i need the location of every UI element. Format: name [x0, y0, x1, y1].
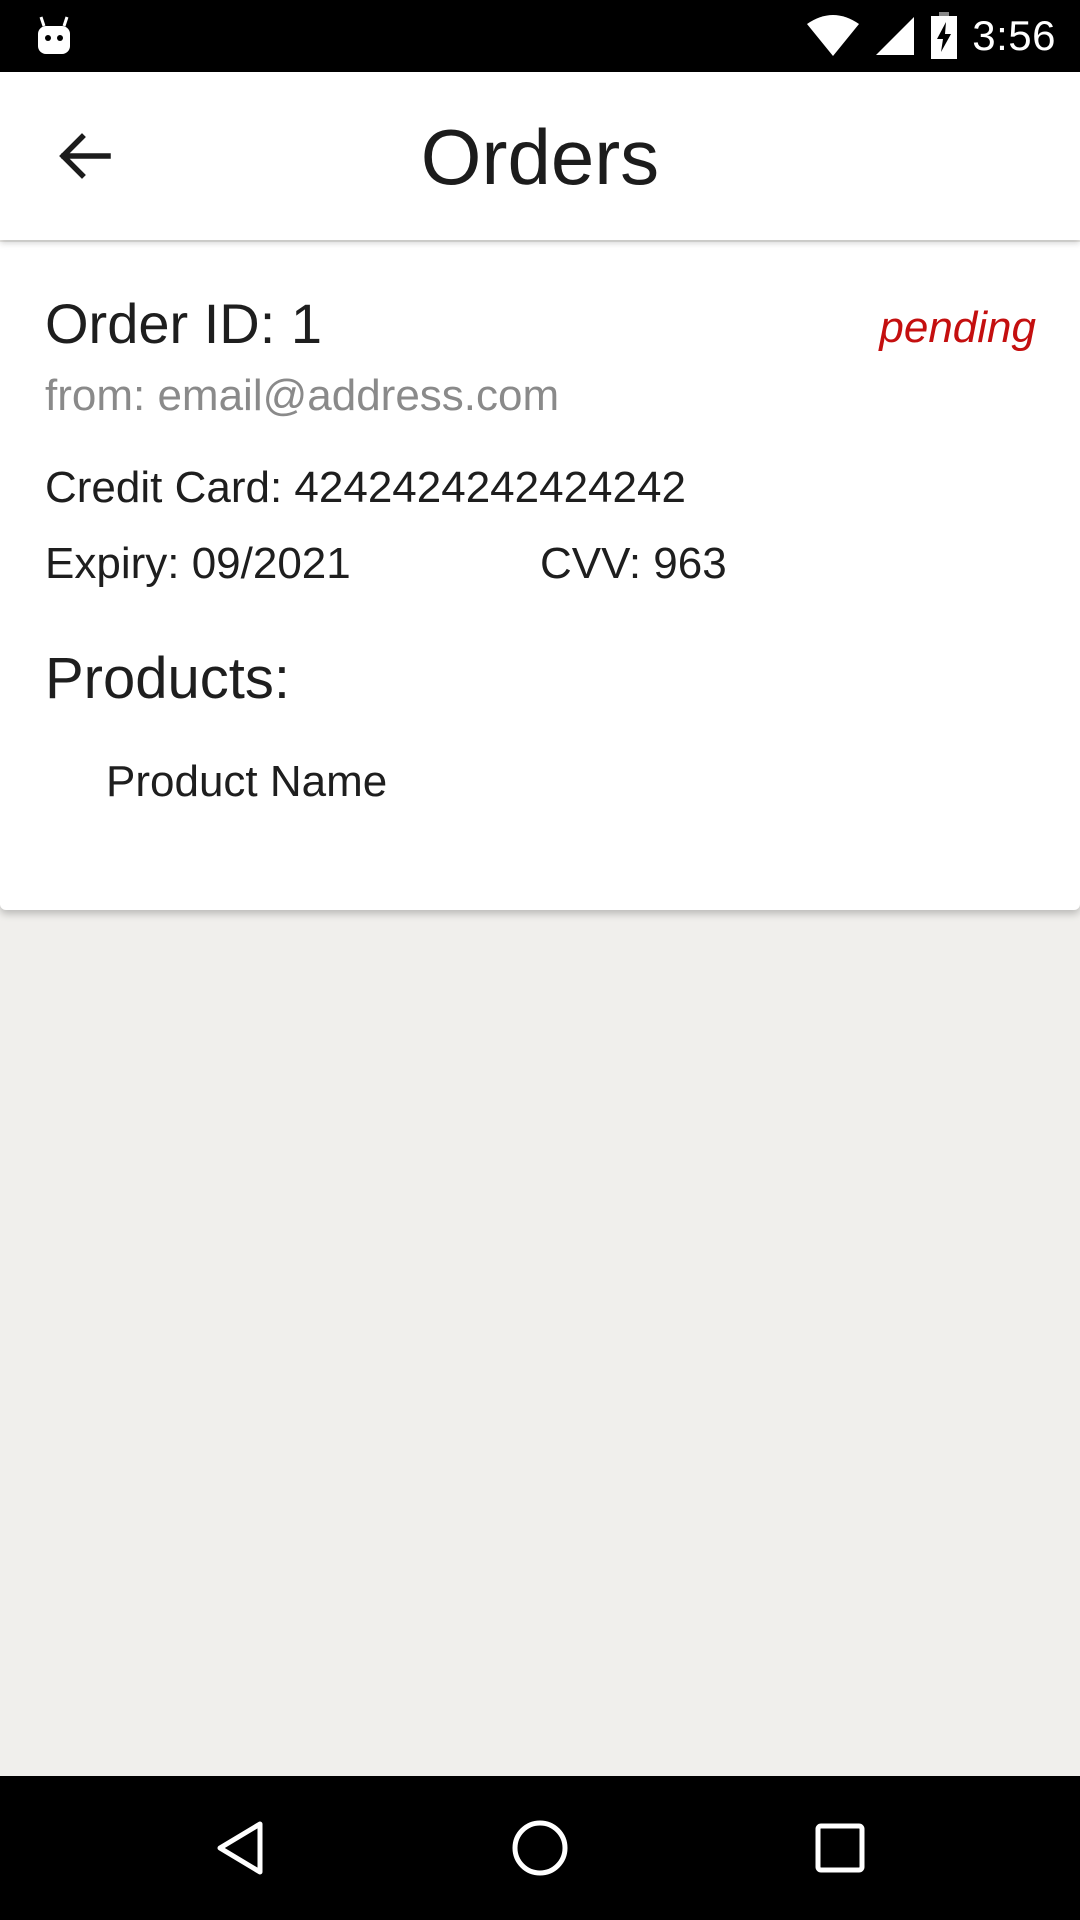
- cell-signal-icon: [876, 17, 915, 55]
- credit-card-number: Credit Card: 4242424242424242: [45, 463, 686, 512]
- nav-recents-icon: [815, 1823, 865, 1873]
- status-bar: 3:56: [0, 0, 1080, 72]
- order-status-badge: pending: [879, 303, 1036, 352]
- wifi-icon: [807, 15, 860, 56]
- battery-charging-icon: [931, 12, 958, 59]
- nav-recents-button[interactable]: [804, 1812, 876, 1884]
- system-nav-bar: [0, 1776, 1080, 1920]
- app-bar: Orders: [0, 72, 1080, 240]
- nav-home-button[interactable]: [504, 1812, 576, 1884]
- nav-home-icon: [512, 1820, 568, 1876]
- status-time: 3:56: [972, 12, 1056, 59]
- android-debug-icon: [38, 16, 70, 54]
- status-icons: 3:56: [806, 0, 1056, 72]
- nav-back-button[interactable]: [204, 1812, 276, 1884]
- order-from-email: from: email@address.com: [45, 371, 560, 420]
- page-title: Orders: [420, 113, 660, 201]
- product-item: Product Name: [106, 757, 388, 806]
- order-card[interactable]: Order ID: 1 pending from: email@address.…: [0, 242, 1080, 910]
- nav-back-icon: [217, 1821, 263, 1875]
- card-cvv: CVV: 963: [540, 539, 727, 588]
- order-id: Order ID: 1: [45, 292, 322, 355]
- products-heading: Products:: [45, 646, 290, 711]
- card-expiry: Expiry: 09/2021: [45, 539, 351, 588]
